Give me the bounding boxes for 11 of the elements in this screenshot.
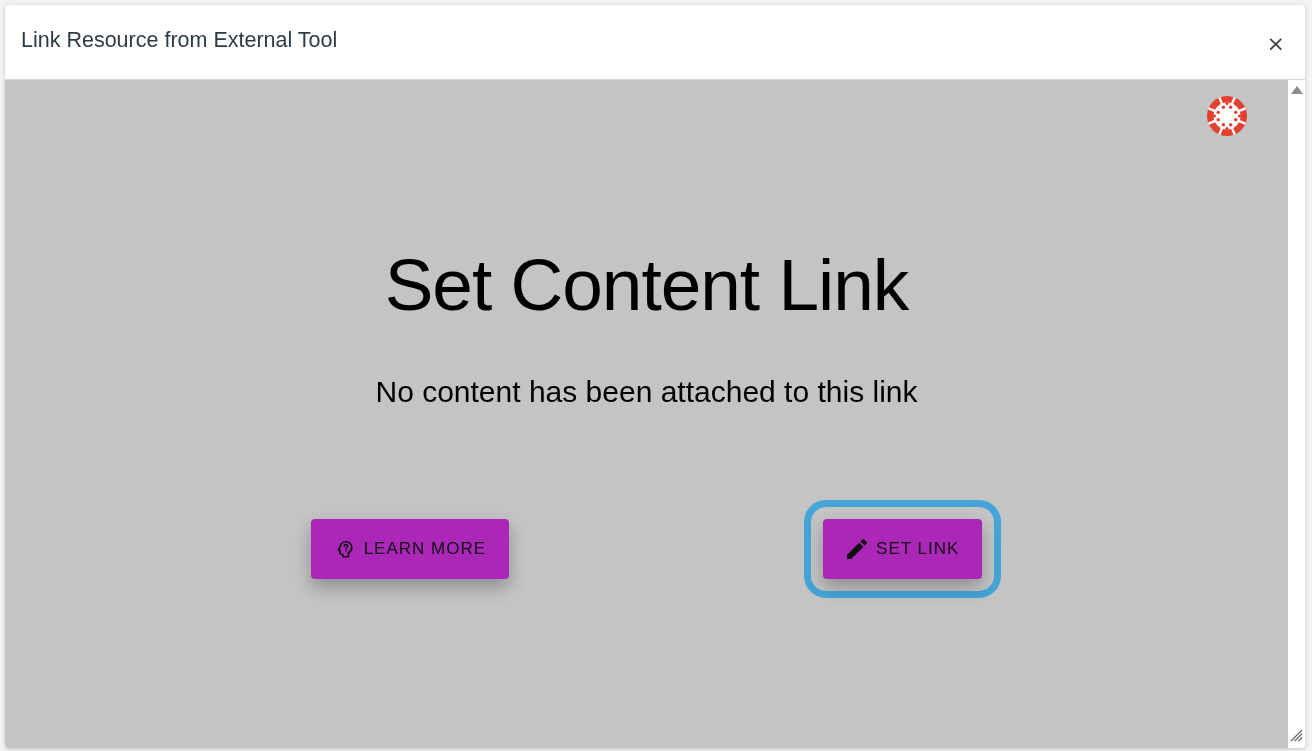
scrollbar[interactable] [1288, 80, 1305, 748]
resize-grip-icon[interactable] [1290, 729, 1303, 742]
scroll-up-icon[interactable] [1290, 86, 1303, 94]
heading: Set Content Link [384, 243, 909, 327]
message-text: No content has been attached to this link [375, 374, 918, 409]
logo-icon [1207, 96, 1247, 136]
close-button[interactable]: × [1264, 33, 1287, 55]
set-link-button[interactable]: SET LINK [823, 519, 983, 579]
pencil-icon [847, 539, 868, 559]
dialog-title: Link Resource from External Tool [21, 27, 338, 53]
learn-more-button[interactable]: LEARN MORE [310, 519, 510, 579]
